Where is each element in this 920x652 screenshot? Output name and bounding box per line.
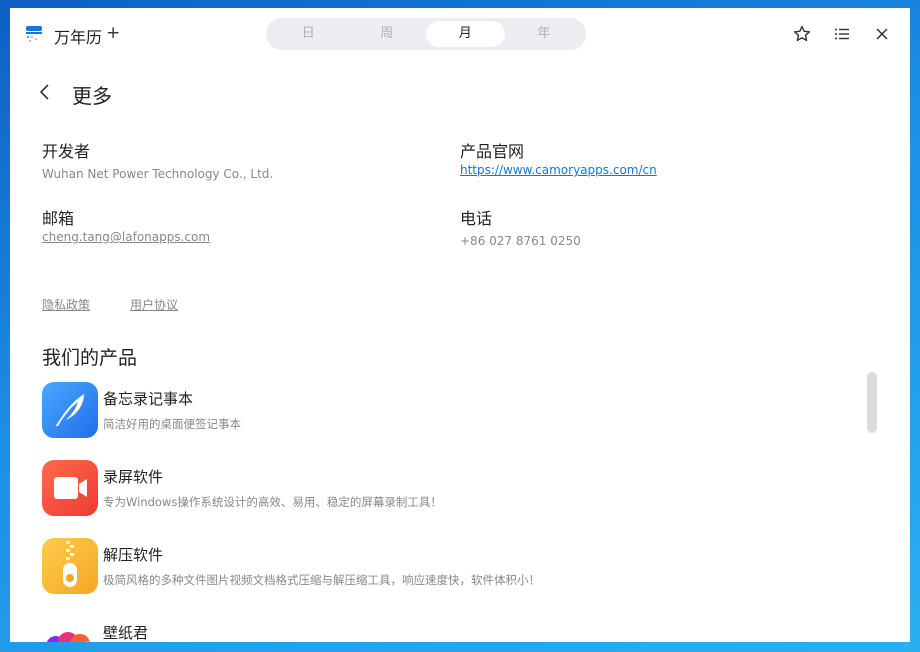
product-name: 壁纸君 [103,624,149,642]
tab-year[interactable]: 年 [505,21,584,47]
back-chevron-icon[interactable] [36,80,54,104]
close-icon[interactable] [872,24,892,44]
scrollbar-thumb[interactable] [867,372,877,433]
star-icon[interactable] [792,24,812,44]
developer-label: 开发者 [42,142,91,161]
zipper-icon [42,538,98,594]
email-link[interactable]: cheng.tang@lafonapps.com [42,230,210,244]
feather-icon [42,382,98,438]
product-desc: 极简风格的多种文件图片视频文档格式压缩与解压缩工具，响应速度快，软件体积小！ [103,573,540,587]
website-link[interactable]: https://www.camoryapps.com/cn [460,163,657,177]
product-name: 录屏软件 [103,468,164,486]
tab-month[interactable]: 月 [426,21,505,47]
website-label: 产品官网 [460,142,525,161]
products-section-title: 我们的产品 [42,347,138,369]
title-bar: 万年历 + 日 周 月 年 [10,8,910,60]
product-name: 备忘录记事本 [103,390,194,408]
tab-week[interactable]: 周 [348,21,427,47]
page-title: 更多 [72,84,112,108]
product-item-unzip[interactable]: 解压软件 极简风格的多种文件图片视频文档格式压缩与解压缩工具，响应速度快，软件体… [42,538,762,596]
product-desc: 简洁好用的桌面便签记事本 [103,417,241,431]
product-item-memo[interactable]: 备忘录记事本 简洁好用的桌面便签记事本 [42,382,762,440]
phone-value: +86 027 8761 0250 [460,234,581,248]
calendar-logo-icon [26,26,42,42]
app-window: 万年历 + 日 周 月 年 更多 开发者 Wuhan Net Power Tec… [10,8,910,642]
video-camera-icon [42,460,98,516]
hearts-icon [42,616,98,642]
app-title: 万年历 [54,28,103,47]
product-item-recorder[interactable]: 录屏软件 专为Windows操作系统设计的高效、易用、稳定的屏幕录制工具！ [42,460,762,518]
product-desc: 专为Windows操作系统设计的高效、易用、稳定的屏幕录制工具！ [103,495,442,509]
developer-value: Wuhan Net Power Technology Co., Ltd. [42,167,274,181]
phone-label: 电话 [460,209,493,228]
user-agreement-link[interactable]: 用户协议 [130,296,178,313]
product-item-wallpaper[interactable]: 壁纸君 [42,616,762,642]
list-icon[interactable] [832,24,852,44]
privacy-policy-link[interactable]: 隐私政策 [42,296,90,313]
product-name: 解压软件 [103,546,164,564]
email-label: 邮箱 [42,209,75,228]
view-tab-switcher: 日 周 月 年 [266,18,586,50]
tab-day[interactable]: 日 [269,21,348,47]
add-button[interactable]: + [106,23,120,43]
